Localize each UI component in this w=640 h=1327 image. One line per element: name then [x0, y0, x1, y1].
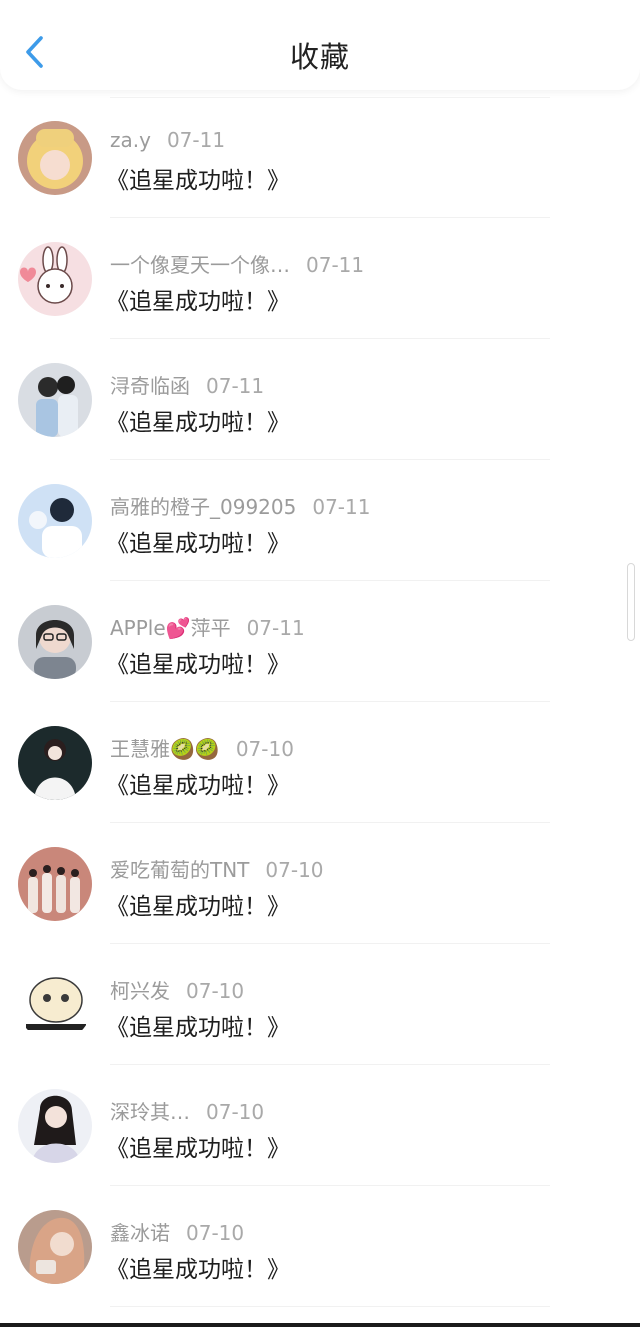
post-date: 07-11: [246, 616, 305, 640]
username[interactable]: 柯兴发: [110, 979, 170, 1003]
avatar[interactable]: [18, 1210, 92, 1284]
favorites-list: za.y 07-11 《追星成功啦！》 一个像夏天一个像… 07-11 《追星成功啦…: [0, 97, 640, 1307]
avatar[interactable]: [18, 968, 92, 1042]
page-title: 收藏: [289, 40, 350, 74]
avatar[interactable]: [18, 847, 92, 921]
avatar[interactable]: [18, 484, 92, 558]
favorite-message: 《追星成功啦！》: [106, 168, 290, 194]
favorite-message: 《追星成功啦！》: [106, 531, 290, 557]
favorite-message: 《追星成功啦！》: [106, 894, 290, 920]
post-date: 07-10: [186, 1221, 245, 1245]
scrollbar[interactable]: [627, 563, 635, 641]
post-date: 07-10: [206, 1100, 265, 1124]
post-date: 07-11: [312, 495, 371, 519]
username[interactable]: 鑫冰诺: [110, 1221, 170, 1245]
avatar[interactable]: [18, 363, 92, 437]
post-date: 07-11: [206, 374, 265, 398]
avatar[interactable]: [18, 121, 92, 195]
avatar[interactable]: [18, 1089, 92, 1163]
favorite-message: 《追星成功啦！》: [106, 410, 290, 436]
username[interactable]: APPle💕萍平: [110, 616, 231, 640]
username[interactable]: 一个像夏天一个像…: [110, 253, 290, 277]
list-item[interactable]: 柯兴发 07-10 《追星成功啦！》: [0, 944, 640, 1065]
favorite-message: 《追星成功啦！》: [106, 1015, 290, 1041]
list-item[interactable]: 爱吃葡萄的TNT 07-10 《追星成功啦！》: [0, 823, 640, 944]
post-date: 07-10: [265, 858, 324, 882]
avatar[interactable]: [18, 605, 92, 679]
avatar[interactable]: [18, 726, 92, 800]
post-date: 07-11: [306, 253, 365, 277]
list-item[interactable]: APPle💕萍平 07-11 《追星成功啦！》: [0, 581, 640, 702]
avatar[interactable]: [18, 242, 92, 316]
list-item[interactable]: 深玲其… 07-10 《追星成功啦！》: [0, 1065, 640, 1186]
list-item[interactable]: 高雅的橙子_099205 07-11 《追星成功啦！》: [0, 460, 640, 581]
post-date: 07-10: [186, 979, 245, 1003]
list-item[interactable]: 浔奇临函 07-11 《追星成功啦！》: [0, 339, 640, 460]
username[interactable]: 深玲其…: [110, 1100, 190, 1124]
favorite-message: 《追星成功啦！》: [106, 1257, 290, 1283]
favorite-message: 《追星成功啦！》: [106, 1136, 290, 1162]
post-date: 07-11: [166, 128, 226, 152]
favorite-message: 《追星成功啦！》: [106, 652, 290, 678]
username[interactable]: 王慧雅🥝🥝: [110, 737, 220, 761]
top-nav-bar: 收藏: [0, 0, 640, 90]
list-item[interactable]: 一个像夏天一个像… 07-11 《追星成功啦！》: [0, 218, 640, 339]
list-item[interactable]: 鑫冰诺 07-10 《追星成功啦！》: [0, 1186, 640, 1307]
username[interactable]: 高雅的橙子_099205: [110, 495, 296, 519]
favorite-message: 《追星成功啦！》: [106, 289, 290, 315]
list-item[interactable]: 王慧雅🥝🥝 07-10 《追星成功啦！》: [0, 702, 640, 823]
favorite-message: 《追星成功啦！》: [106, 773, 290, 799]
post-date: 07-10: [235, 737, 294, 761]
list-item[interactable]: za.y 07-11 《追星成功啦！》: [0, 97, 640, 218]
username[interactable]: 爱吃葡萄的TNT: [110, 858, 249, 882]
bottom-edge-bar: [0, 1323, 640, 1327]
username[interactable]: 浔奇临函: [110, 374, 190, 398]
username[interactable]: za.y: [110, 128, 151, 152]
